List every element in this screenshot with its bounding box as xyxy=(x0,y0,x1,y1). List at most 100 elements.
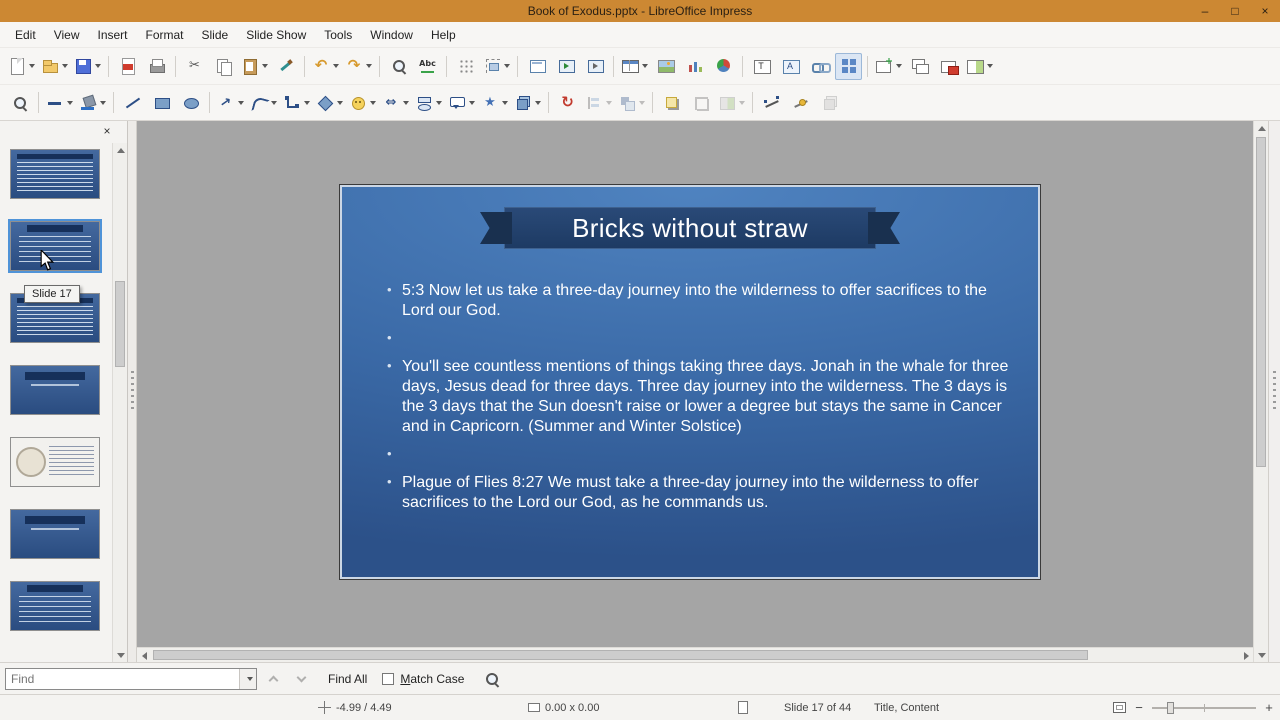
dropdown-arrow-icon[interactable] xyxy=(739,100,745,105)
line-style-button[interactable] xyxy=(44,89,75,116)
basic-shapes-button[interactable] xyxy=(314,89,345,116)
zoom-in-button[interactable]: + xyxy=(1263,700,1275,715)
slide-panel-scrollbar[interactable] xyxy=(112,143,127,662)
slide-bullet[interactable]: 5:3 Now let us take a three-day journey … xyxy=(386,280,1010,321)
slide-bullet[interactable]: You'll see countless mentions of things … xyxy=(386,356,1010,437)
undo-button[interactable] xyxy=(310,53,341,80)
slide-thumbnail-1[interactable] xyxy=(10,149,100,199)
match-case-checkbox[interactable] xyxy=(382,672,395,685)
scroll-down-icon[interactable] xyxy=(1254,648,1269,662)
save-button[interactable] xyxy=(72,53,103,80)
scroll-down-icon[interactable] xyxy=(113,648,128,662)
zoom-out-button[interactable]: − xyxy=(1133,700,1145,715)
new-document-button[interactable] xyxy=(6,53,37,80)
dropdown-arrow-icon[interactable] xyxy=(366,64,372,68)
lines-arrows-button[interactable] xyxy=(215,89,246,116)
dropdown-arrow-icon[interactable] xyxy=(337,100,343,105)
callout-shapes-button[interactable] xyxy=(446,89,477,116)
slide-thumbnail-5[interactable] xyxy=(10,437,100,487)
insert-text-box-button[interactable] xyxy=(748,53,775,80)
find-replace-button[interactable] xyxy=(385,53,412,80)
scroll-left-icon[interactable] xyxy=(137,648,151,663)
rotate-button[interactable] xyxy=(554,89,581,116)
dropdown-arrow-icon[interactable] xyxy=(469,100,475,105)
paste-button[interactable] xyxy=(239,53,270,80)
find-and-replace-button[interactable] xyxy=(478,666,506,692)
start-first-slide-button[interactable] xyxy=(552,53,579,80)
spelling-button[interactable] xyxy=(414,53,441,80)
dropdown-arrow-icon[interactable] xyxy=(896,64,902,68)
insert-image-button[interactable] xyxy=(652,53,679,80)
rectangle-button[interactable] xyxy=(148,89,175,116)
scroll-right-icon[interactable] xyxy=(1239,648,1253,663)
zoom-slider[interactable] xyxy=(1152,701,1256,715)
slide-panel-close-button[interactable]: × xyxy=(100,125,114,139)
dropdown-arrow-icon[interactable] xyxy=(67,100,73,105)
menu-edit[interactable]: Edit xyxy=(6,24,45,46)
dropdown-arrow-icon[interactable] xyxy=(100,100,106,105)
flowchart-button[interactable] xyxy=(413,89,444,116)
zoom-slider-thumb[interactable] xyxy=(1167,701,1174,714)
export-pdf-button[interactable] xyxy=(114,53,141,80)
redo-button[interactable] xyxy=(343,53,374,80)
zoom-button[interactable] xyxy=(6,89,33,116)
find-combo-dropdown[interactable] xyxy=(239,668,256,689)
slide-thumbnail-6[interactable] xyxy=(10,509,100,559)
menu-format[interactable]: Format xyxy=(137,24,193,46)
sidebar-splitter[interactable] xyxy=(1268,121,1280,662)
dropdown-arrow-icon[interactable] xyxy=(403,100,409,105)
dropdown-arrow-icon[interactable] xyxy=(639,100,645,105)
fill-color-button[interactable] xyxy=(77,89,108,116)
display-grid-button[interactable] xyxy=(452,53,479,80)
slide-number-field[interactable]: Slide 17 of 44 xyxy=(784,695,851,720)
print-button[interactable] xyxy=(143,53,170,80)
start-current-slide-button[interactable] xyxy=(581,53,608,80)
slide-thumbnail-2[interactable] xyxy=(10,221,100,271)
symbol-shapes-button[interactable] xyxy=(347,89,378,116)
display-views-button[interactable] xyxy=(835,52,862,80)
menu-help[interactable]: Help xyxy=(422,24,465,46)
slide-editor[interactable]: Bricks without straw 5:3 Now let us take… xyxy=(340,185,1040,579)
insert-audio-video-button[interactable] xyxy=(710,53,737,80)
insert-table-button[interactable] xyxy=(619,53,650,80)
dropdown-arrow-icon[interactable] xyxy=(535,100,541,105)
block-arrows-button[interactable] xyxy=(380,89,411,116)
dropdown-arrow-icon[interactable] xyxy=(502,100,508,105)
slide-bullet[interactable] xyxy=(386,328,1010,349)
clone-formatting-button[interactable] xyxy=(272,53,299,80)
slide-layout-field[interactable]: Title, Content xyxy=(874,695,939,720)
3d-objects-button[interactable] xyxy=(512,89,543,116)
dropdown-arrow-icon[interactable] xyxy=(262,64,268,68)
titlebar[interactable]: Book of Exodus.pptx - LibreOffice Impres… xyxy=(0,0,1280,22)
dropdown-arrow-icon[interactable] xyxy=(29,64,35,68)
dropdown-arrow-icon[interactable] xyxy=(370,100,376,105)
dropdown-arrow-icon[interactable] xyxy=(333,64,339,68)
fit-slide-icon[interactable] xyxy=(1113,702,1126,713)
slide-layout-button[interactable] xyxy=(964,53,995,80)
insert-fontwork-button[interactable] xyxy=(777,53,804,80)
menu-insert[interactable]: Insert xyxy=(88,24,136,46)
curves-polygons-button[interactable] xyxy=(248,89,279,116)
slide-content-placeholder[interactable]: 5:3 Now let us take a three-day journey … xyxy=(386,280,1010,521)
dropdown-arrow-icon[interactable] xyxy=(606,100,612,105)
vertical-scrollbar-thumb[interactable] xyxy=(1256,137,1266,467)
edit-points-button[interactable] xyxy=(758,89,785,116)
star-shapes-button[interactable] xyxy=(479,89,510,116)
ellipse-button[interactable] xyxy=(177,89,204,116)
horizontal-scrollbar[interactable] xyxy=(137,647,1253,662)
duplicate-slide-button[interactable] xyxy=(906,53,933,80)
panel-scrollbar-thumb[interactable] xyxy=(115,281,125,367)
glue-points-button[interactable] xyxy=(787,89,814,116)
slide-title-banner[interactable]: Bricks without straw xyxy=(480,207,900,249)
find-next-button[interactable] xyxy=(289,668,313,690)
scroll-up-icon[interactable] xyxy=(1254,121,1269,135)
menu-slide[interactable]: Slide xyxy=(193,24,238,46)
slide-title[interactable]: Bricks without straw xyxy=(572,213,808,244)
vertical-scrollbar[interactable] xyxy=(1253,121,1268,662)
open-button[interactable] xyxy=(39,53,70,80)
insert-line-button[interactable] xyxy=(119,89,146,116)
minimize-button[interactable]: – xyxy=(1190,0,1220,22)
slide-bullet[interactable] xyxy=(386,444,1010,465)
dropdown-arrow-icon[interactable] xyxy=(436,100,442,105)
insert-chart-button[interactable] xyxy=(681,53,708,80)
